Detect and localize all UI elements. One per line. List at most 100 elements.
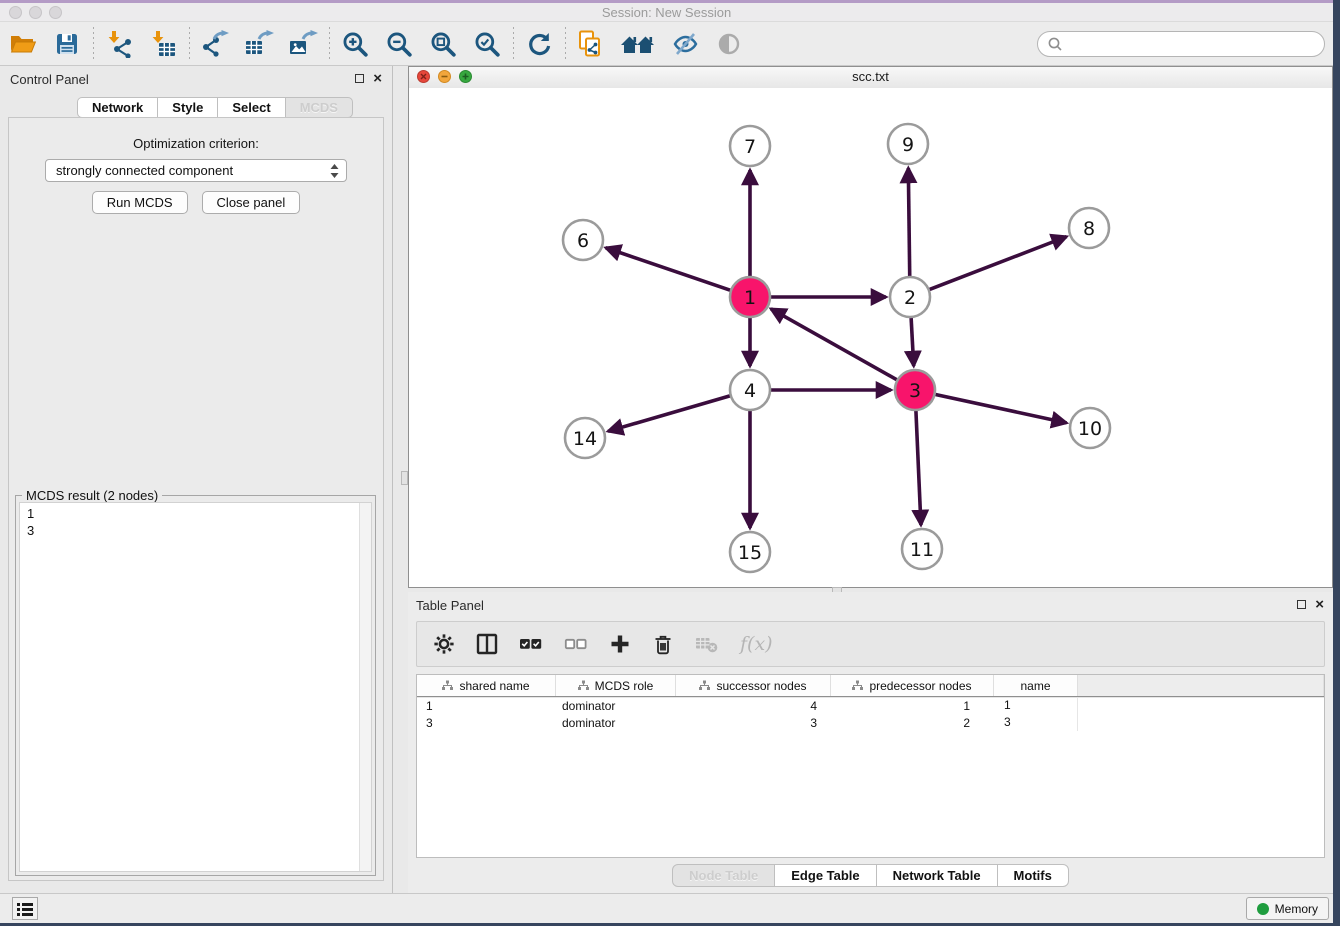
vertical-split-grip[interactable]: [401, 471, 408, 485]
column-header-label: name: [1020, 679, 1050, 693]
table-cell[interactable]: 1: [994, 697, 1078, 714]
toolbar-separator: [92, 27, 94, 61]
result-scrollbar[interactable]: [359, 503, 371, 871]
tab-mcds[interactable]: MCDS: [285, 97, 353, 118]
column-header-label: successor nodes: [716, 679, 806, 693]
column-header-label: predecessor nodes: [869, 679, 971, 693]
close-panel-button[interactable]: Close panel: [202, 191, 301, 214]
graph-edge-2-8[interactable]: [930, 237, 1067, 290]
open-session-icon[interactable]: [8, 29, 38, 59]
search-icon: [1047, 36, 1063, 52]
import-table-icon[interactable]: [148, 29, 178, 59]
export-network-icon[interactable]: [200, 29, 230, 59]
graph-node-label: 14: [573, 428, 597, 450]
column-header-predecessor-nodes[interactable]: predecessor nodes: [831, 675, 994, 696]
refresh-icon[interactable]: [524, 29, 554, 59]
table-cell[interactable]: 3: [676, 716, 831, 730]
graph-edge-2-9[interactable]: [908, 168, 909, 276]
column-header-label: MCDS role: [595, 679, 654, 693]
table-cell[interactable]: 1: [417, 699, 556, 713]
graph-edge-3-11[interactable]: [916, 411, 921, 525]
graph-node-label: 4: [744, 380, 756, 402]
graph-edge-2-3[interactable]: [911, 318, 914, 366]
graph-edge-3-1[interactable]: [771, 309, 897, 380]
sort-tree-icon: [578, 680, 589, 691]
graph-node-label: 1: [744, 287, 756, 309]
graph-edge-4-14[interactable]: [608, 396, 730, 431]
tab-motifs[interactable]: Motifs: [997, 864, 1069, 887]
column-header-shared-name[interactable]: shared name: [417, 675, 556, 696]
control-panel-tabs: NetworkStyleSelectMCDS: [77, 97, 353, 118]
column-header-name[interactable]: name: [994, 675, 1078, 696]
node-table: shared name MCDS role successor nodes prede…: [416, 674, 1325, 858]
table-cell[interactable]: dominator: [556, 716, 676, 730]
column-header-successor-nodes[interactable]: successor nodes: [676, 675, 831, 696]
table-cell[interactable]: dominator: [556, 699, 676, 713]
tab-select[interactable]: Select: [217, 97, 285, 118]
search-input[interactable]: [1068, 36, 1324, 53]
graph-node-label: 15: [738, 542, 762, 564]
export-image-icon[interactable]: [288, 29, 318, 59]
float-panel-icon[interactable]: [355, 74, 364, 83]
memory-label: Memory: [1275, 902, 1318, 916]
tab-network[interactable]: Network: [77, 97, 158, 118]
zoom-in-icon[interactable]: [340, 29, 370, 59]
column-header-mcds-role[interactable]: MCDS role: [556, 675, 676, 696]
memory-status-dot: [1257, 903, 1269, 915]
clone-network-icon[interactable]: [576, 29, 606, 59]
control-panel: Control Panel × NetworkStyleSelectMCDS O…: [0, 66, 393, 893]
tab-network-table[interactable]: Network Table: [876, 864, 998, 887]
mcds-result-line: 1: [27, 505, 364, 522]
graph-node-label: 2: [904, 287, 916, 309]
graph-node-label: 10: [1078, 418, 1102, 440]
tab-style[interactable]: Style: [157, 97, 218, 118]
table-settings-icon[interactable]: [433, 629, 455, 659]
column-layout-icon[interactable]: [476, 629, 498, 659]
optimization-criterion-select[interactable]: strongly connected component: [45, 159, 347, 182]
sort-tree-icon: [852, 680, 863, 691]
select-all-icon[interactable]: [519, 629, 543, 659]
delete-column-icon[interactable]: [652, 629, 674, 659]
graph-node-label: 6: [577, 230, 589, 252]
export-table-icon[interactable]: [244, 29, 274, 59]
sort-tree-icon: [699, 680, 710, 691]
create-column-icon[interactable]: [609, 629, 631, 659]
tab-node-table[interactable]: Node Table: [672, 864, 775, 887]
graph-edge-3-10[interactable]: [936, 394, 1067, 422]
table-cell[interactable]: 4: [676, 699, 831, 713]
tab-edge-table[interactable]: Edge Table: [774, 864, 876, 887]
network-canvas[interactable]: 7968124314101511: [409, 88, 1332, 587]
close-panel-icon[interactable]: ×: [373, 73, 382, 84]
task-history-button[interactable]: [12, 897, 38, 920]
deselect-all-icon[interactable]: [564, 629, 588, 659]
optimization-criterion-value: strongly connected component: [56, 163, 233, 178]
zoom-fit-icon[interactable]: [428, 29, 458, 59]
table-cell[interactable]: 1: [831, 699, 994, 713]
table-row[interactable]: 3dominator323: [417, 714, 1324, 731]
graph-node-label: 11: [910, 539, 934, 561]
graph-edge-1-6[interactable]: [606, 248, 730, 290]
import-network-icon[interactable]: [104, 29, 134, 59]
sort-tree-icon: [442, 680, 453, 691]
hide-selected-icon[interactable]: [670, 29, 700, 59]
network-view-title: scc.txt: [409, 69, 1332, 84]
zoom-selected-icon[interactable]: [472, 29, 502, 59]
zoom-out-icon[interactable]: [384, 29, 414, 59]
main-toolbar: [0, 22, 1333, 66]
first-neighbors-icon[interactable]: [620, 29, 656, 59]
toolbar-separator: [564, 27, 566, 61]
save-session-icon[interactable]: [52, 29, 82, 59]
mcds-result-box: MCDS result (2 nodes) 13: [15, 495, 376, 876]
run-mcds-button[interactable]: Run MCDS: [92, 191, 188, 214]
search-box[interactable]: [1037, 31, 1325, 57]
table-cell[interactable]: 3: [994, 714, 1078, 731]
close-table-panel-icon[interactable]: ×: [1315, 599, 1324, 610]
table-row[interactable]: 1dominator411: [417, 697, 1324, 714]
mcds-result-area[interactable]: 13: [19, 502, 372, 872]
show-all-icon[interactable]: [714, 29, 744, 59]
table-cell[interactable]: 3: [417, 716, 556, 730]
float-table-panel-icon[interactable]: [1297, 600, 1306, 609]
window-title: Session: New Session: [0, 4, 1333, 21]
memory-button[interactable]: Memory: [1246, 897, 1329, 920]
table-cell[interactable]: 2: [831, 716, 994, 730]
